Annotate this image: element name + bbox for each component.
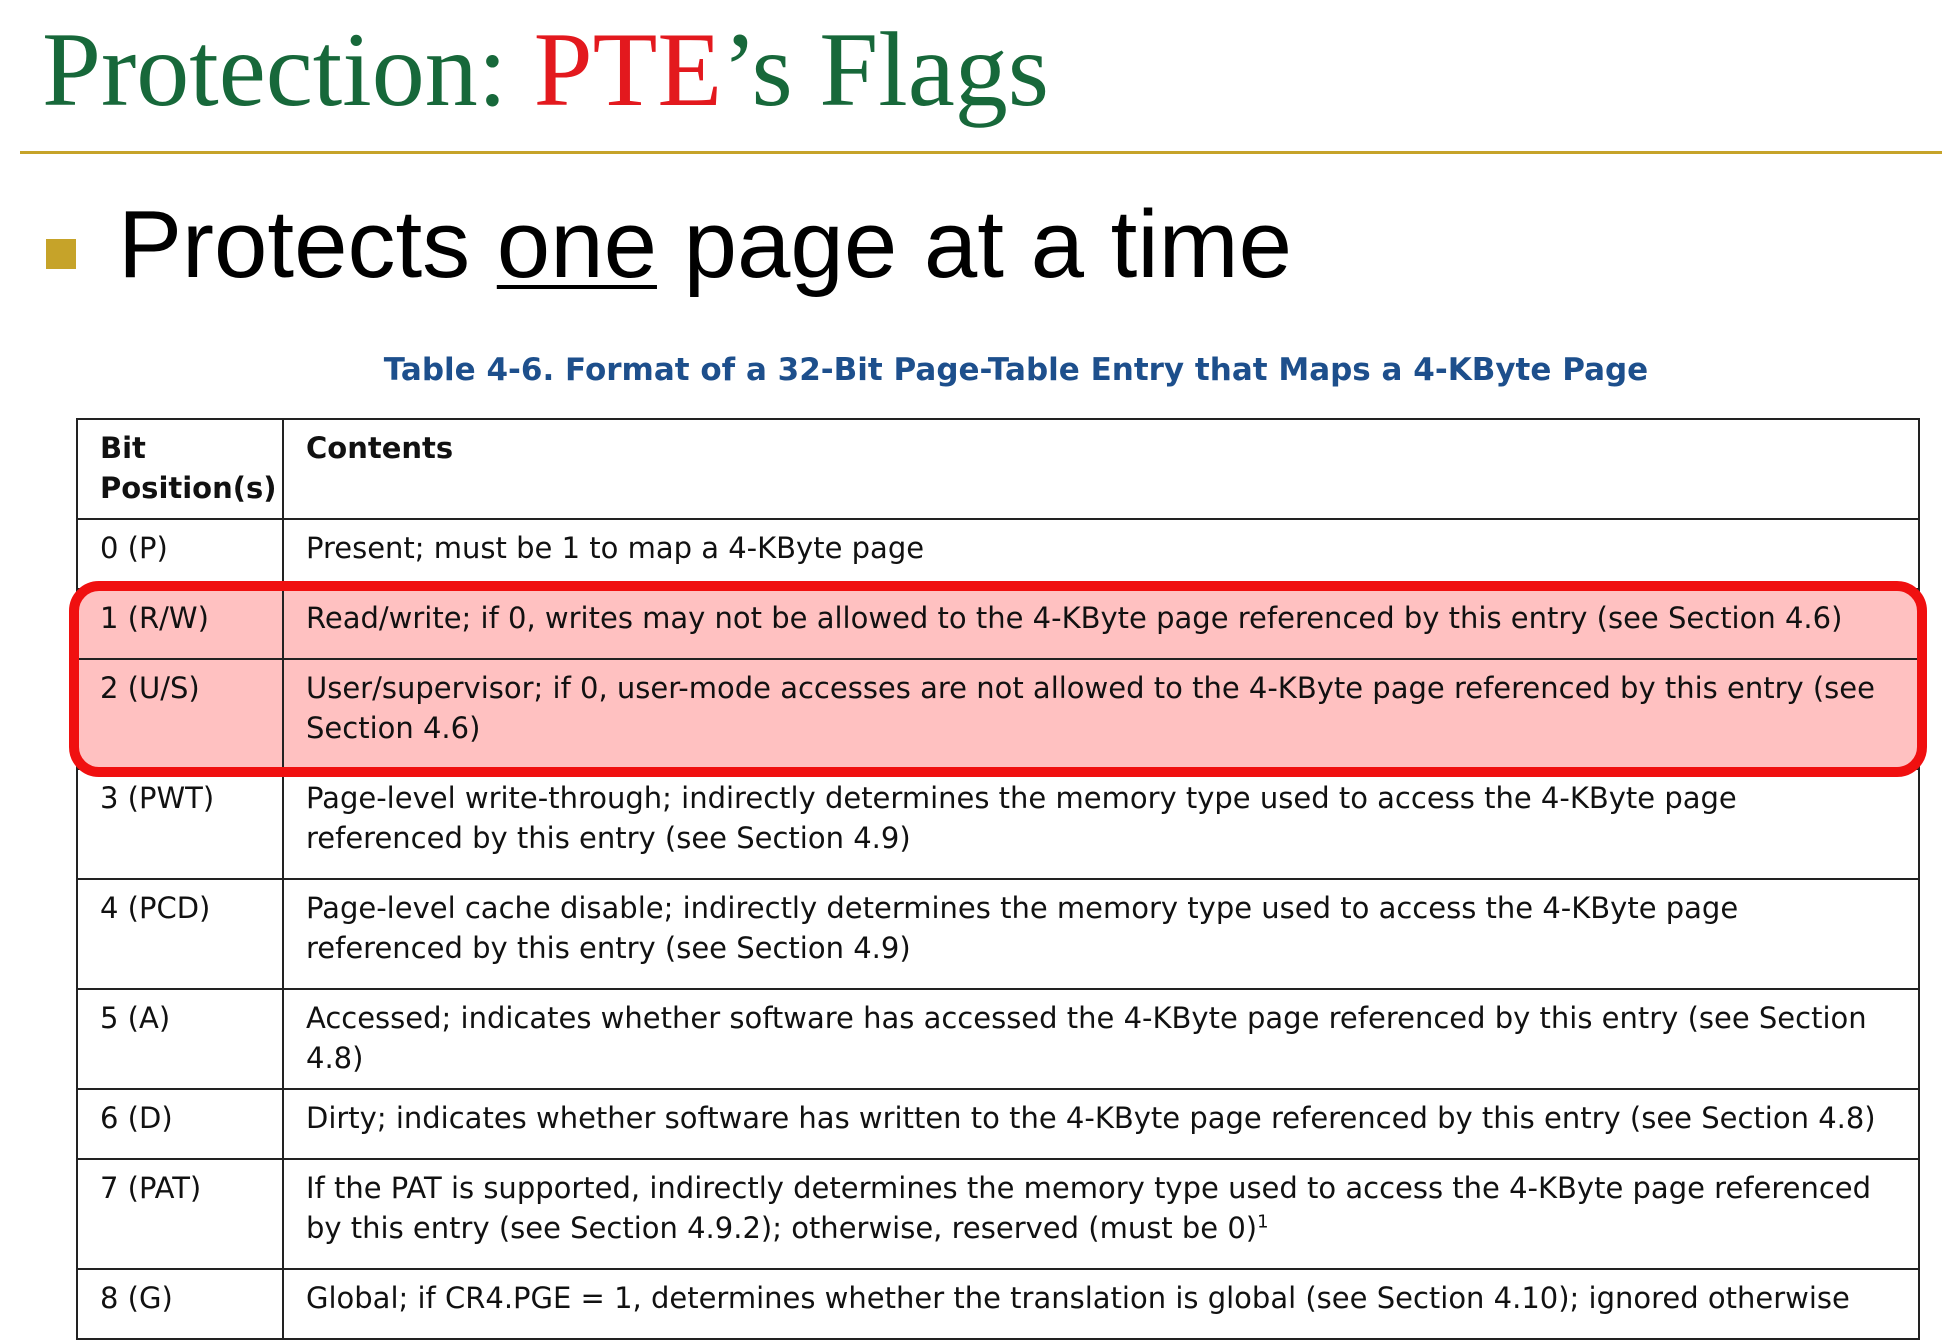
bullet-text-underlined: one — [496, 191, 657, 298]
bullet-point: Protects one page at a time — [46, 190, 1292, 300]
bullet-text: Protects one page at a time — [118, 190, 1292, 300]
title-pte: PTE — [533, 11, 723, 128]
slide-title: Protection: PTE’s Flags — [42, 0, 1049, 140]
footnote-marker: 1 — [1257, 1211, 1269, 1233]
bullet-text-before: Protects — [118, 191, 497, 298]
contents-cell: Page-level cache disable; indirectly det… — [282, 878, 1920, 990]
table-row: 4 (PCD) Page-level cache disable; indire… — [76, 878, 1920, 990]
contents-cell: Page-level write-through; indirectly det… — [282, 768, 1920, 880]
header-contents: Contents — [282, 418, 1920, 520]
header-bit-line2: Position(s) — [100, 471, 277, 505]
table-row: 7 (PAT) If the PAT is supported, indirec… — [76, 1158, 1920, 1270]
table-row: 0 (P) Present; must be 1 to map a 4-KByt… — [76, 518, 1920, 590]
contents-cell: If the PAT is supported, indirectly dete… — [282, 1158, 1920, 1270]
header-bit-position: Bit Position(s) — [76, 418, 284, 520]
contents-cell: Present; must be 1 to map a 4-KByte page — [282, 518, 1920, 590]
title-prefix: Protection: — [42, 11, 534, 128]
bit-cell: 8 (G) — [76, 1268, 284, 1340]
contents-cell: Global; if CR4.PGE = 1, determines wheth… — [282, 1268, 1920, 1340]
table-caption: Table 4-6. Format of a 32-Bit Page-Table… — [383, 352, 1649, 388]
bit-cell: 5 (A) — [76, 988, 284, 1090]
bullet-square-icon — [46, 239, 76, 269]
table-row: 3 (PWT) Page-level write-through; indire… — [76, 768, 1920, 880]
pte-table-container: Bit Position(s) Contents 0 (P) Present; m… — [76, 418, 1920, 1340]
contents-cell: Read/write; if 0, writes may not be allo… — [282, 588, 1920, 660]
bit-cell: 7 (PAT) — [76, 1158, 284, 1270]
table-row-highlighted: 2 (U/S) User/supervisor; if 0, user-mode… — [76, 658, 1920, 770]
table-row: 6 (D) Dirty; indicates whether software … — [76, 1088, 1920, 1160]
contents-text: If the PAT is supported, indirectly dete… — [306, 1171, 1872, 1245]
bit-cell: 6 (D) — [76, 1088, 284, 1160]
bullet-text-after: page at a time — [656, 191, 1293, 298]
table-row: 8 (G) Global; if CR4.PGE = 1, determines… — [76, 1268, 1920, 1340]
contents-cell: User/supervisor; if 0, user-mode accesse… — [282, 658, 1920, 770]
table-header-row: Bit Position(s) Contents — [76, 418, 1920, 520]
title-divider — [20, 151, 1942, 154]
header-bit-line1: Bit — [100, 431, 146, 465]
bit-cell: 0 (P) — [76, 518, 284, 590]
bit-cell: 4 (PCD) — [76, 878, 284, 990]
bit-cell: 1 (R/W) — [76, 588, 284, 660]
bit-cell: 2 (U/S) — [76, 658, 284, 770]
contents-cell: Dirty; indicates whether software has wr… — [282, 1088, 1920, 1160]
table-row: 5 (A) Accessed; indicates whether softwa… — [76, 988, 1920, 1090]
title-suffix: ’s Flags — [722, 11, 1050, 128]
pte-flags-table: Bit Position(s) Contents 0 (P) Present; m… — [76, 418, 1920, 1340]
bit-cell: 3 (PWT) — [76, 768, 284, 880]
table-row-highlighted: 1 (R/W) Read/write; if 0, writes may not… — [76, 588, 1920, 660]
contents-cell: Accessed; indicates whether software has… — [282, 988, 1920, 1090]
